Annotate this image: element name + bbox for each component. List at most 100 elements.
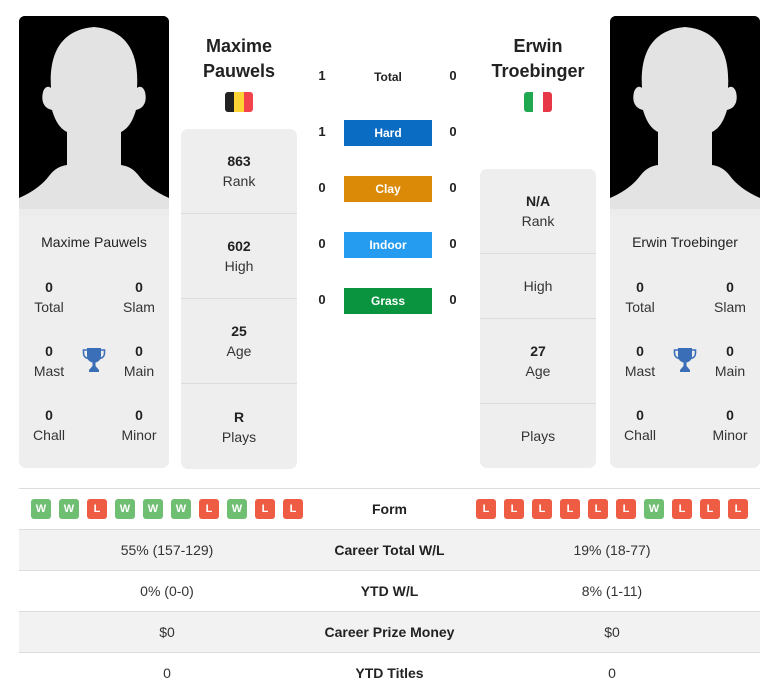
title-value: 0: [636, 343, 644, 359]
player1-title-minor: 0 Minor: [109, 405, 169, 445]
player1-name-heading[interactable]: Maxime Pauwels: [169, 34, 309, 84]
form-badge-loss[interactable]: L: [87, 499, 107, 519]
form-badge-win[interactable]: W: [644, 499, 664, 519]
player1-form-badges: WWLWWWLWLL: [19, 499, 315, 519]
player1-title-mast: 0 Mast: [19, 341, 79, 381]
form-badge-loss[interactable]: L: [199, 499, 219, 519]
form-badge-loss[interactable]: L: [616, 499, 636, 519]
stat-label: Age: [226, 343, 252, 359]
table-row-career-prize-money: $0 Career Prize Money $0: [19, 611, 760, 652]
form-badge-win[interactable]: W: [59, 499, 79, 519]
h2h-row-indoor: 0 Indoor 0: [310, 232, 465, 258]
form-badge-win[interactable]: W: [115, 499, 135, 519]
form-badge-loss[interactable]: L: [255, 499, 275, 519]
form-label: Form: [372, 501, 407, 517]
form-badge-win[interactable]: W: [171, 499, 191, 519]
form-badge-loss[interactable]: L: [283, 499, 303, 519]
title-value: 0: [135, 279, 143, 295]
row-label: YTD W/L: [360, 583, 419, 599]
stat-value: 25: [231, 323, 247, 339]
player2-titles-card: Erwin Troebinger 0 Total 0 Slam 0 Mast 0…: [610, 216, 760, 468]
player1-stat-age: 25 Age: [181, 299, 297, 384]
title-label: Mast: [33, 363, 65, 379]
h2h-row-total: 1 Total 0: [310, 64, 465, 90]
h2h-right-value: 0: [449, 236, 457, 251]
player2-title-minor: 0 Minor: [700, 405, 760, 445]
h2h-total-label: Total: [374, 70, 402, 84]
stat-label: Plays: [520, 428, 556, 444]
belgium-flag-icon: [225, 92, 253, 112]
stat-label: High: [224, 258, 254, 274]
player1-form: WWLWWWLWLL: [19, 499, 315, 519]
player1-photo: [19, 16, 169, 216]
surface-badge-clay: Clay: [344, 176, 432, 202]
title-label: Minor: [712, 427, 748, 443]
form-badge-win[interactable]: W: [143, 499, 163, 519]
player-silhouette-icon: [19, 16, 169, 216]
table-row-ytd-titles: 0 YTD Titles 0: [19, 652, 760, 693]
form-badge-win[interactable]: W: [227, 499, 247, 519]
player1-value: 55% (157-129): [120, 542, 214, 558]
player1-value: 0% (0-0): [140, 583, 194, 599]
table-row-career-total-wl: 55% (157-129) Career Total W/L 19% (18-7…: [19, 529, 760, 570]
player2-stat-age: 27 Age: [480, 319, 596, 404]
h2h-left-value: 0: [318, 180, 326, 195]
h2h-row-clay: 0 Clay 0: [310, 176, 465, 202]
player2-stat-plays: Plays: [480, 404, 596, 468]
title-value: 0: [726, 407, 734, 423]
player2-title-slam: 0 Slam: [700, 277, 760, 317]
title-value: 0: [636, 279, 644, 295]
player2-stats: N/A Rank High 27 Age Plays: [480, 169, 596, 468]
trophy-icon: [82, 347, 106, 373]
title-label: Total: [34, 299, 64, 315]
h2h-right-value: 0: [449, 68, 457, 83]
player2-title-total: 0 Total: [610, 277, 670, 317]
player1-title-slam: 0 Slam: [109, 277, 169, 317]
player2-last-name: Troebinger: [491, 61, 585, 81]
form-badge-loss[interactable]: L: [560, 499, 580, 519]
title-value: 0: [45, 407, 53, 423]
player2-photo: [610, 16, 760, 216]
player2-name-heading[interactable]: Erwin Troebinger: [468, 34, 608, 84]
form-badge-loss[interactable]: L: [728, 499, 748, 519]
player2-stat-rank: N/A Rank: [480, 169, 596, 254]
row-label: Career Total W/L: [334, 542, 445, 558]
player1-stat-rank: 863 Rank: [181, 129, 297, 214]
form-badge-win[interactable]: W: [31, 499, 51, 519]
title-value: 0: [135, 343, 143, 359]
table-row-ytd-wl: 0% (0-0) YTD W/L 8% (1-11): [19, 570, 760, 611]
player2-form-badges: LLLLLLWLLL: [464, 499, 760, 519]
title-value: 0: [726, 279, 734, 295]
comparison-table: WWLWWWLWLL Form LLLLLLWLLL 55% (157-129)…: [19, 488, 760, 693]
stat-value: R: [233, 408, 245, 425]
stat-label: Rank: [521, 213, 555, 229]
h2h-row-hard: 1 Hard 0: [310, 120, 465, 146]
form-row: WWLWWWLWLL Form LLLLLLWLLL: [19, 488, 760, 529]
h2h-right-value: 0: [449, 292, 457, 307]
player2-title-chall: 0 Chall: [610, 405, 670, 445]
title-label: Slam: [123, 299, 155, 315]
h2h-left-value: 1: [318, 124, 326, 139]
trophy-icon: [673, 347, 697, 373]
player1-first-name: Maxime: [205, 36, 273, 56]
form-badge-loss[interactable]: L: [700, 499, 720, 519]
player2-title-mast: 0 Mast: [610, 341, 670, 381]
form-badge-loss[interactable]: L: [504, 499, 524, 519]
surface-badge-grass: Grass: [344, 288, 432, 314]
form-badge-loss[interactable]: L: [588, 499, 608, 519]
form-badge-loss[interactable]: L: [532, 499, 552, 519]
h2h-right-value: 0: [449, 124, 457, 139]
player-silhouette-icon: [610, 16, 760, 216]
title-label: Total: [625, 299, 655, 315]
form-badge-loss[interactable]: L: [672, 499, 692, 519]
surface-badge-hard: Hard: [344, 120, 432, 146]
form-badge-loss[interactable]: L: [476, 499, 496, 519]
player2-value: 8% (1-11): [581, 583, 643, 599]
title-value: 0: [135, 407, 143, 423]
stat-value: 27: [530, 343, 546, 359]
h2h-left-value: 0: [318, 236, 326, 251]
player1-title-chall: 0 Chall: [19, 405, 79, 445]
title-label: Chall: [624, 427, 656, 443]
surface-badge-indoor: Indoor: [344, 232, 432, 258]
title-value: 0: [726, 343, 734, 359]
